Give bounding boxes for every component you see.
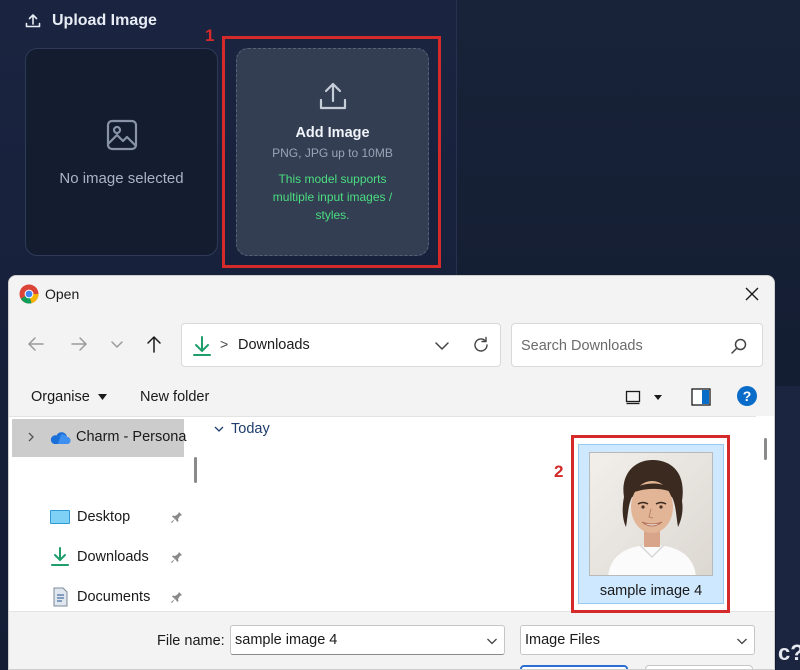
- file-list-scrollbar[interactable]: [756, 416, 774, 611]
- navigation-pane-scrollbar[interactable]: [192, 417, 203, 612]
- help-icon[interactable]: ?: [737, 386, 757, 406]
- svg-text:?: ?: [743, 388, 752, 404]
- preview-pane-icon[interactable]: [691, 388, 711, 406]
- close-icon[interactable]: [742, 284, 762, 304]
- sidebar-item-desktop[interactable]: Desktop: [49, 507, 183, 527]
- dialog-titlebar: Open: [9, 276, 774, 312]
- upload-header-label: Upload Image: [52, 12, 157, 29]
- desktop-icon: [50, 510, 70, 524]
- download-icon: [51, 547, 69, 566]
- view-mode-icon[interactable]: [625, 389, 641, 405]
- pin-icon[interactable]: [171, 510, 183, 524]
- annotation-number-2: 2: [554, 462, 564, 481]
- address-dropdown-icon[interactable]: [434, 338, 450, 354]
- chrome-icon: [19, 284, 39, 304]
- address-bar[interactable]: > Downloads: [181, 323, 501, 367]
- group-header-today[interactable]: Today: [214, 421, 270, 437]
- search-icon[interactable]: [730, 337, 748, 355]
- onedrive-cloud-icon: [50, 432, 71, 444]
- download-icon: [193, 336, 211, 356]
- sidebar-item-downloads[interactable]: Downloads: [49, 547, 183, 567]
- image-placeholder-icon: [106, 119, 137, 150]
- search-input[interactable]: [521, 335, 721, 357]
- pin-icon[interactable]: [171, 550, 183, 564]
- sidebar-item-onedrive[interactable]: Charm - Persona: [12, 419, 187, 457]
- annotation-box-2: [571, 435, 730, 613]
- file-type-select[interactable]: Image Files: [520, 625, 755, 655]
- forward-arrow-icon[interactable]: [69, 334, 89, 354]
- annotation-box-1: [222, 36, 441, 268]
- upload-image-header: Upload Image: [24, 12, 157, 30]
- sidebar-item-label: Downloads: [77, 549, 149, 565]
- file-name-field-label: File name:: [157, 633, 225, 649]
- breadcrumb-separator: >: [220, 336, 229, 352]
- refresh-icon[interactable]: [472, 336, 490, 354]
- scrollbar-thumb[interactable]: [764, 438, 767, 460]
- sidebar-item-label: Charm - Persona: [76, 429, 187, 445]
- scrollbar-thumb[interactable]: [194, 457, 197, 483]
- file-type-value: Image Files: [525, 632, 600, 648]
- navigation-pane: Charm - Persona Desktop Downloads Docume…: [9, 417, 193, 612]
- up-arrow-icon[interactable]: [144, 334, 164, 354]
- open-button[interactable]: [520, 665, 628, 669]
- empty-image-card: No image selected: [25, 48, 218, 256]
- sidebar-item-label: Desktop: [77, 509, 131, 525]
- collapse-chevron-icon[interactable]: [214, 424, 224, 434]
- caret-down-icon: [97, 394, 107, 400]
- no-image-text: No image selected: [59, 169, 184, 187]
- sidebar-item-label: Documents: [77, 589, 151, 605]
- annotation-number-1: 1: [205, 26, 215, 45]
- expand-chevron-icon[interactable]: [26, 432, 36, 442]
- sidebar-item-documents[interactable]: Documents: [49, 587, 183, 607]
- file-name-combobox[interactable]: sample image 4: [230, 625, 505, 655]
- partial-heading-text: c?: [778, 640, 800, 665]
- chevron-down-icon[interactable]: [736, 635, 748, 647]
- new-folder-button[interactable]: New folder: [140, 389, 209, 405]
- recent-locations-chevron-icon[interactable]: [109, 336, 125, 352]
- dialog-title: Open: [45, 286, 80, 302]
- file-name-input[interactable]: sample image 4: [235, 632, 337, 648]
- navigation-bar: > Downloads: [9, 312, 774, 376]
- upload-icon: [25, 14, 41, 28]
- pin-icon[interactable]: [171, 590, 183, 604]
- organise-label: Organise: [31, 389, 90, 405]
- chevron-down-icon[interactable]: [486, 635, 498, 647]
- organise-menu-button[interactable]: Organise: [31, 389, 107, 405]
- document-icon: [53, 587, 68, 607]
- dialog-footer: File name: sample image 4 Image Files: [9, 611, 774, 669]
- view-dropdown-icon[interactable]: [653, 392, 663, 402]
- right-panel-edge: [776, 386, 800, 670]
- back-arrow-icon[interactable]: [26, 334, 46, 354]
- cancel-button[interactable]: [645, 665, 753, 669]
- dialog-toolbar: Organise New folder ?: [9, 376, 774, 416]
- breadcrumb-downloads[interactable]: Downloads: [238, 337, 310, 353]
- search-box[interactable]: [511, 323, 763, 367]
- group-header-label: Today: [231, 421, 270, 437]
